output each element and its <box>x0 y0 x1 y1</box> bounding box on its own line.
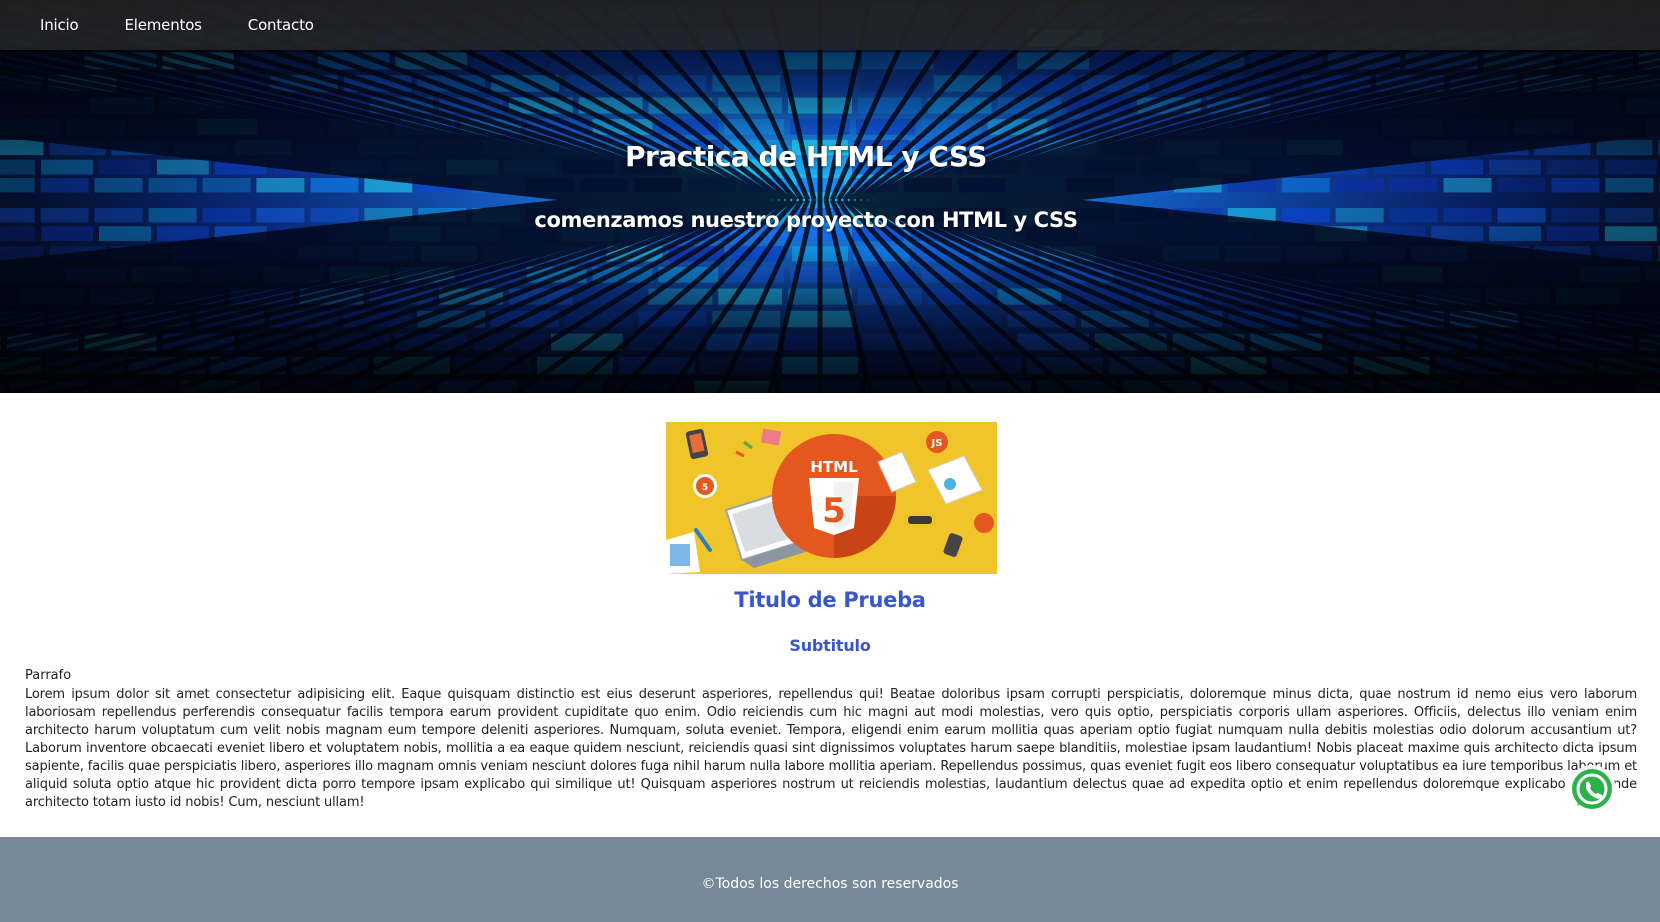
html5-logo: HTML 5 <box>772 434 896 558</box>
nav-link-contacto[interactable]: Contacto <box>248 16 314 34</box>
html-badge-label: HTML <box>810 458 858 476</box>
html5-shield-number: 5 <box>822 491 846 531</box>
paragraph-label: Parrafo <box>25 668 72 683</box>
glasses-icon <box>908 516 932 524</box>
hero-background-image <box>0 0 1660 393</box>
js-badge-icon: JS <box>926 431 948 453</box>
whatsapp-button[interactable] <box>1565 762 1619 816</box>
small-html5-badge-icon: 5 <box>693 474 717 498</box>
hero-subtitle: comenzamos nuestro proyecto con HTML y C… <box>534 208 1078 232</box>
footer-copyright: ©Todos los derechos son reservados <box>701 876 959 892</box>
nav-link-elementos[interactable]: Elementos <box>125 16 202 34</box>
hero-banner: Inicio Elementos Contacto Practica de HT… <box>0 0 1660 393</box>
top-navigation: Inicio Elementos Contacto <box>0 0 1660 50</box>
whatsapp-icon <box>1568 765 1616 813</box>
html5-illustration: 5 HTML 5 JS <box>666 422 997 574</box>
hero-title: Practica de HTML y CSS <box>625 140 987 173</box>
webgl-badge-icon <box>974 513 994 533</box>
paragraph-body: Lorem ipsum dolor sit amet consectetur a… <box>25 687 1637 810</box>
content-title: Titulo de Prueba <box>734 588 926 612</box>
site-footer: ©Todos los derechos son reservados <box>0 837 1660 922</box>
nav-link-inicio[interactable]: Inicio <box>40 16 79 34</box>
js-badge-label: JS <box>931 438 943 449</box>
content-subtitle: Subtitulo <box>789 636 871 655</box>
svg-text:5: 5 <box>702 483 708 493</box>
